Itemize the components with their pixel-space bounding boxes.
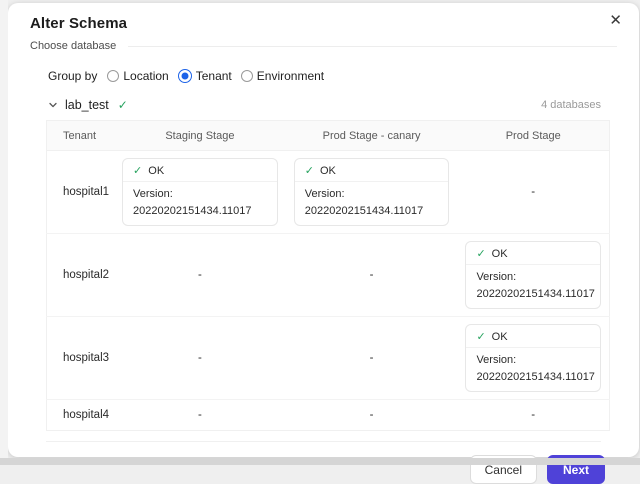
stage-cell: ✓ OK Version: 20220202151434.11017 <box>457 234 609 317</box>
version-value: 20220202151434.11017 <box>476 286 590 303</box>
radio-tenant-label: Tenant <box>196 69 232 83</box>
tenant-name: hospital4 <box>47 400 115 431</box>
database-count: 4 databases <box>541 99 601 111</box>
alter-schema-dialog: Alter Schema Choose database ✕ Group by … <box>8 3 639 457</box>
column-header-prod-stage-canary: Prod Stage - canary <box>286 121 458 151</box>
check-icon: ✓ <box>476 330 485 343</box>
dialog-title: Alter Schema <box>30 15 617 32</box>
group-by-label: Group by <box>48 69 97 83</box>
status-card-header: ✓ OK <box>123 159 277 182</box>
status-card: ✓ OK Version: 20220202151434.11017 <box>465 241 601 309</box>
tenant-name: hospital3 <box>47 317 115 400</box>
database-group-header: lab_test ✓ 4 databases <box>48 98 601 112</box>
check-icon: ✓ <box>476 247 485 260</box>
version-label: Version: <box>133 186 267 203</box>
tenant-name: hospital1 <box>47 151 115 234</box>
stage-cell-empty: - <box>457 400 609 431</box>
status-card: ✓ OK Version: 20220202151434.11017 <box>122 158 278 226</box>
stage-cell-empty: - <box>286 317 458 400</box>
stage-cell: ✓ OK Version: 20220202151434.11017 <box>286 151 458 234</box>
table-row: hospital1 ✓ OK Version: 20220202151434.1… <box>47 151 610 234</box>
tenant-name: hospital2 <box>47 234 115 317</box>
stage-cell: ✓ OK Version: 20220202151434.11017 <box>114 151 286 234</box>
status-card-header: ✓ OK <box>466 242 600 265</box>
radio-option-environment[interactable]: Environment <box>241 69 324 83</box>
status-text: OK <box>148 165 164 177</box>
group-name[interactable]: lab_test <box>65 98 109 112</box>
status-card-body: Version: 20220202151434.11017 <box>295 182 449 225</box>
status-card: ✓ OK Version: 20220202151434.11017 <box>465 324 601 392</box>
check-icon: ✓ <box>133 164 142 177</box>
status-card: ✓ OK Version: 20220202151434.11017 <box>294 158 450 226</box>
radio-environment-label: Environment <box>257 69 324 83</box>
tenant-stage-table: Tenant Staging Stage Prod Stage - canary… <box>46 120 610 431</box>
status-card-header: ✓ OK <box>295 159 449 182</box>
close-icon[interactable]: ✕ <box>605 11 626 30</box>
group-by-section: Group by Location Tenant Environment <box>48 69 639 83</box>
stage-cell-empty: - <box>114 234 286 317</box>
version-label: Version: <box>305 186 439 203</box>
status-card-body: Version: 20220202151434.11017 <box>466 265 600 308</box>
chevron-down-icon[interactable] <box>48 100 58 110</box>
status-text: OK <box>492 331 508 343</box>
dialog-subtitle: Choose database <box>30 40 116 52</box>
dialog-subtitle-row: Choose database <box>30 40 617 52</box>
status-card-header: ✓ OK <box>466 325 600 348</box>
stage-cell-empty: - <box>114 317 286 400</box>
page-background-bottom <box>0 458 640 465</box>
column-header-prod-stage: Prod Stage <box>457 121 609 151</box>
version-label: Version: <box>476 352 590 369</box>
stage-cell-empty: - <box>457 151 609 234</box>
radio-tenant-circle[interactable] <box>178 69 192 83</box>
status-text: OK <box>320 165 336 177</box>
table-header-row: Tenant Staging Stage Prod Stage - canary… <box>47 121 610 151</box>
table-row: hospital4 - - - <box>47 400 610 431</box>
version-value: 20220202151434.11017 <box>133 203 267 220</box>
radio-location-circle[interactable] <box>107 70 119 82</box>
status-text: OK <box>492 248 508 260</box>
radio-option-location[interactable]: Location <box>107 69 168 83</box>
column-header-staging-stage: Staging Stage <box>114 121 286 151</box>
stage-cell-empty: - <box>286 400 458 431</box>
radio-location-label: Location <box>123 69 168 83</box>
column-header-tenant: Tenant <box>47 121 115 151</box>
stage-cell-empty: - <box>286 234 458 317</box>
table-row: hospital3 - - ✓ OK Version: 202202021514… <box>47 317 610 400</box>
group-check-icon: ✓ <box>118 98 128 112</box>
stage-cell: ✓ OK Version: 20220202151434.11017 <box>457 317 609 400</box>
status-card-body: Version: 20220202151434.11017 <box>123 182 277 225</box>
section-divider <box>46 441 601 442</box>
version-value: 20220202151434.11017 <box>476 369 590 386</box>
dialog-header: Alter Schema Choose database ✕ <box>8 3 639 52</box>
subtitle-divider <box>128 46 617 47</box>
status-card-body: Version: 20220202151434.11017 <box>466 348 600 391</box>
version-label: Version: <box>476 269 590 286</box>
stage-cell-empty: - <box>114 400 286 431</box>
radio-environment-circle[interactable] <box>241 70 253 82</box>
table-row: hospital2 - - ✓ OK Version: 202202021514… <box>47 234 610 317</box>
page-background-left <box>0 0 8 458</box>
check-icon: ✓ <box>305 164 314 177</box>
version-value: 20220202151434.11017 <box>305 203 439 220</box>
radio-option-tenant[interactable]: Tenant <box>178 69 232 83</box>
